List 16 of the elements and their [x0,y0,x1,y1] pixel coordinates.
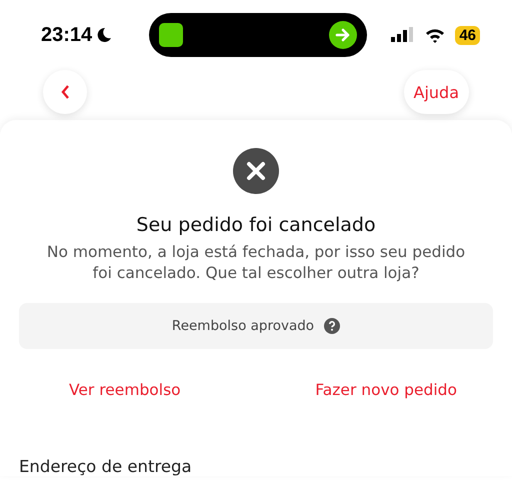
battery-level: 46 [455,26,480,44]
signal-icon [391,27,416,43]
refund-label: Reembolso aprovado [172,318,314,334]
action-link[interactable]: Ver reembolso [69,381,181,399]
app-icon[interactable] [159,23,183,47]
help-button[interactable]: Ajuda [404,70,469,114]
section-heading: Endereço de entrega [19,457,192,476]
chevron-left-icon [60,84,70,100]
moon-icon [96,27,112,43]
cancel-icon [233,148,279,194]
help-icon[interactable] [324,318,340,334]
status-message: No momento, a loja está fechada, por isso seu pedido foi cancelado. Que tal escolher outra loja? [46,242,466,284]
clock-time: 23:14 [41,24,92,46]
status-title: Seu pedido foi cancelado [136,214,376,236]
action-link[interactable]: Fazer novo pedido [315,381,457,399]
wifi-icon [425,28,446,42]
